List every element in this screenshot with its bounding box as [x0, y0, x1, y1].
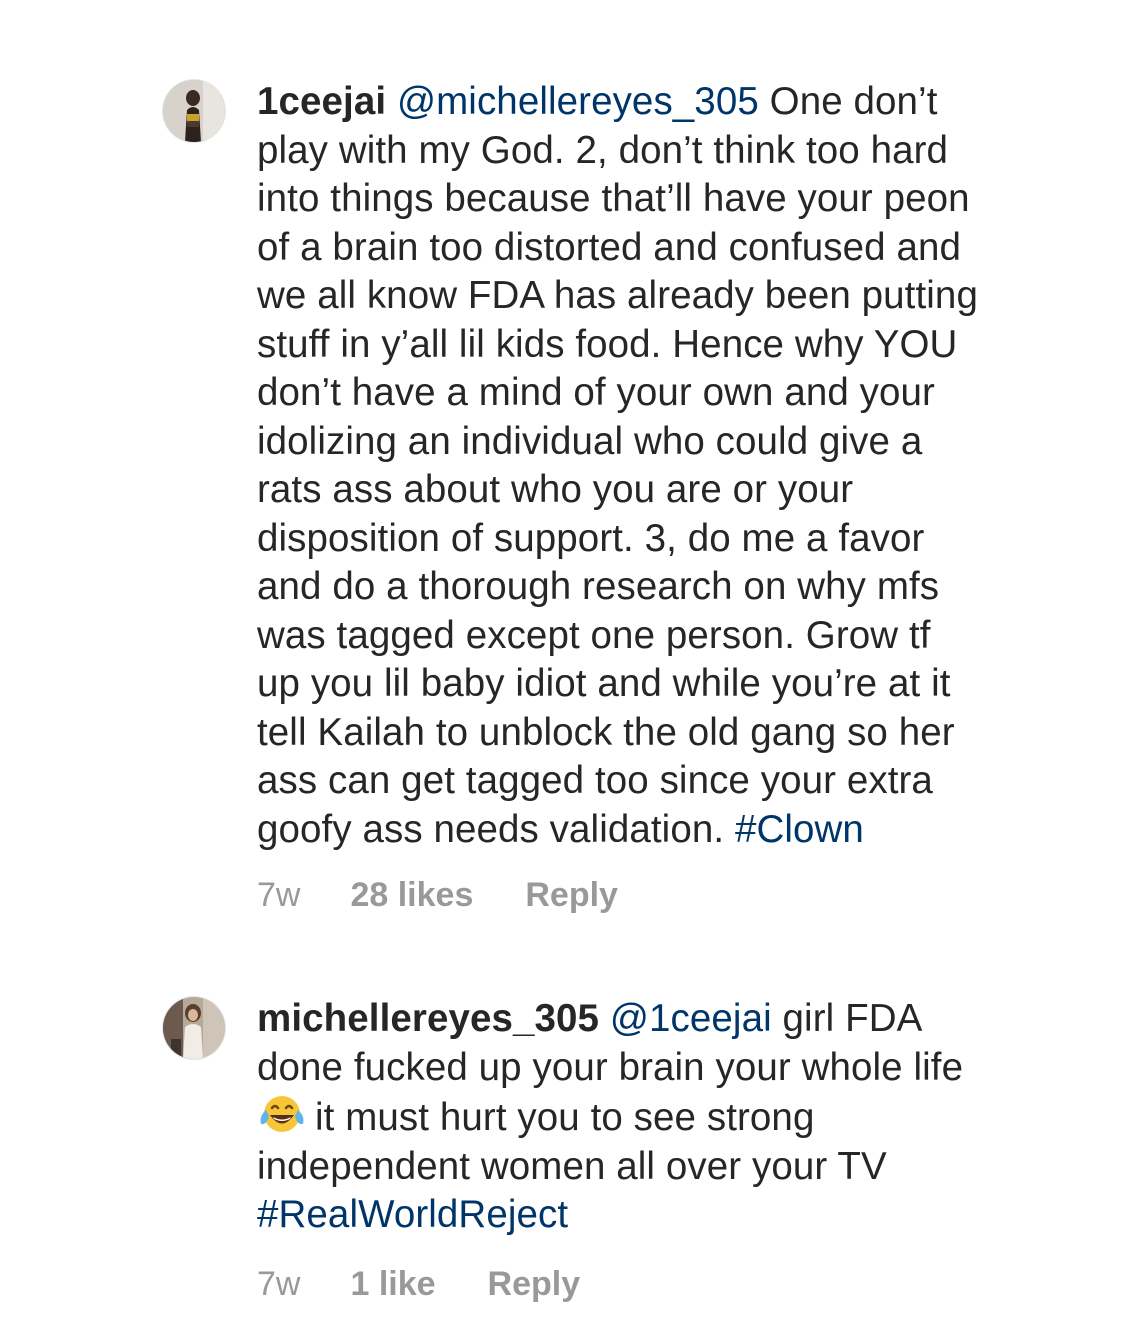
comment-text: 1ceejai @michellereyes_305 One don’t play… — [257, 78, 1077, 854]
comment-username[interactable]: 1ceejai — [257, 80, 386, 123]
comment-text-line: idolizing an individual who could give a — [257, 419, 923, 463]
comment-meta: 7w 1 like Reply — [257, 1265, 580, 1304]
comment-text-line: into things because that’ll have your pe… — [257, 177, 970, 220]
reply-button[interactable]: Reply — [488, 1265, 581, 1304]
comment-mention-link[interactable]: @michellereyes_305 — [397, 80, 759, 123]
comment-text-line: rats ass about who you are or your — [257, 468, 854, 511]
comment-text-line: and do a thorough research on why mfs — [257, 565, 940, 608]
comment-text-line: done fucked up your brain your whole lif… — [257, 1045, 964, 1089]
comment-timestamp[interactable]: 7w — [257, 876, 300, 915]
comment-hashtag-link[interactable]: #RealWorldReject — [257, 1193, 568, 1236]
avatar-photo-icon — [163, 80, 225, 142]
comment-text-line: we all know FDA has already been putting — [257, 274, 978, 317]
comment-text-line: up you lil baby idiot and while you’re a… — [257, 662, 951, 705]
user-avatar[interactable] — [163, 80, 225, 142]
comment-text-line: was tagged except one person. Grow tf — [257, 613, 931, 657]
tears-of-joy-emoji-icon — [260, 1096, 304, 1132]
comment-text-line: stuff in y’all lil kids food. Hence why … — [257, 322, 958, 366]
comment-text-line: of a brain too distorted and confused an… — [257, 225, 962, 269]
comment-text: michellereyes_305 @1ceejai girl FDA done … — [257, 995, 1077, 1240]
comment-hashtag-link[interactable]: #Clown — [735, 808, 864, 851]
comment-likes-count[interactable]: 1 like — [350, 1265, 435, 1304]
comment-timestamp[interactable]: 7w — [257, 1265, 300, 1304]
comment-text-line: don’t have a mind of your own and your — [257, 371, 935, 414]
comment-text-line: goofy ass needs validation. — [257, 807, 725, 851]
comment-likes-count[interactable]: 28 likes — [350, 876, 473, 915]
comment-text-line: play with my God. 2, don’t think too har… — [257, 128, 949, 172]
comment-text-line: independent women all over your TV — [257, 1144, 887, 1188]
comment-text-line: girl FDA — [782, 997, 923, 1040]
comment-text-line: it must hurt you to see strong — [315, 1096, 815, 1139]
comment-text-line: disposition of support. 3, do me a favor — [257, 516, 925, 560]
user-avatar[interactable] — [163, 997, 225, 1059]
comment-text-line: tell Kailah to unblock the old gang so h… — [257, 710, 955, 754]
avatar-photo-icon — [163, 997, 225, 1059]
comment-mention-link[interactable]: @1ceejai — [610, 997, 772, 1040]
comment-meta: 7w 28 likes Reply — [257, 876, 618, 915]
reply-button[interactable]: Reply — [525, 876, 618, 915]
comment-username[interactable]: michellereyes_305 — [257, 997, 599, 1040]
comment-text-line: ass can get tagged too since your extra — [257, 759, 933, 802]
comment-text-line: One don’t — [769, 80, 938, 123]
